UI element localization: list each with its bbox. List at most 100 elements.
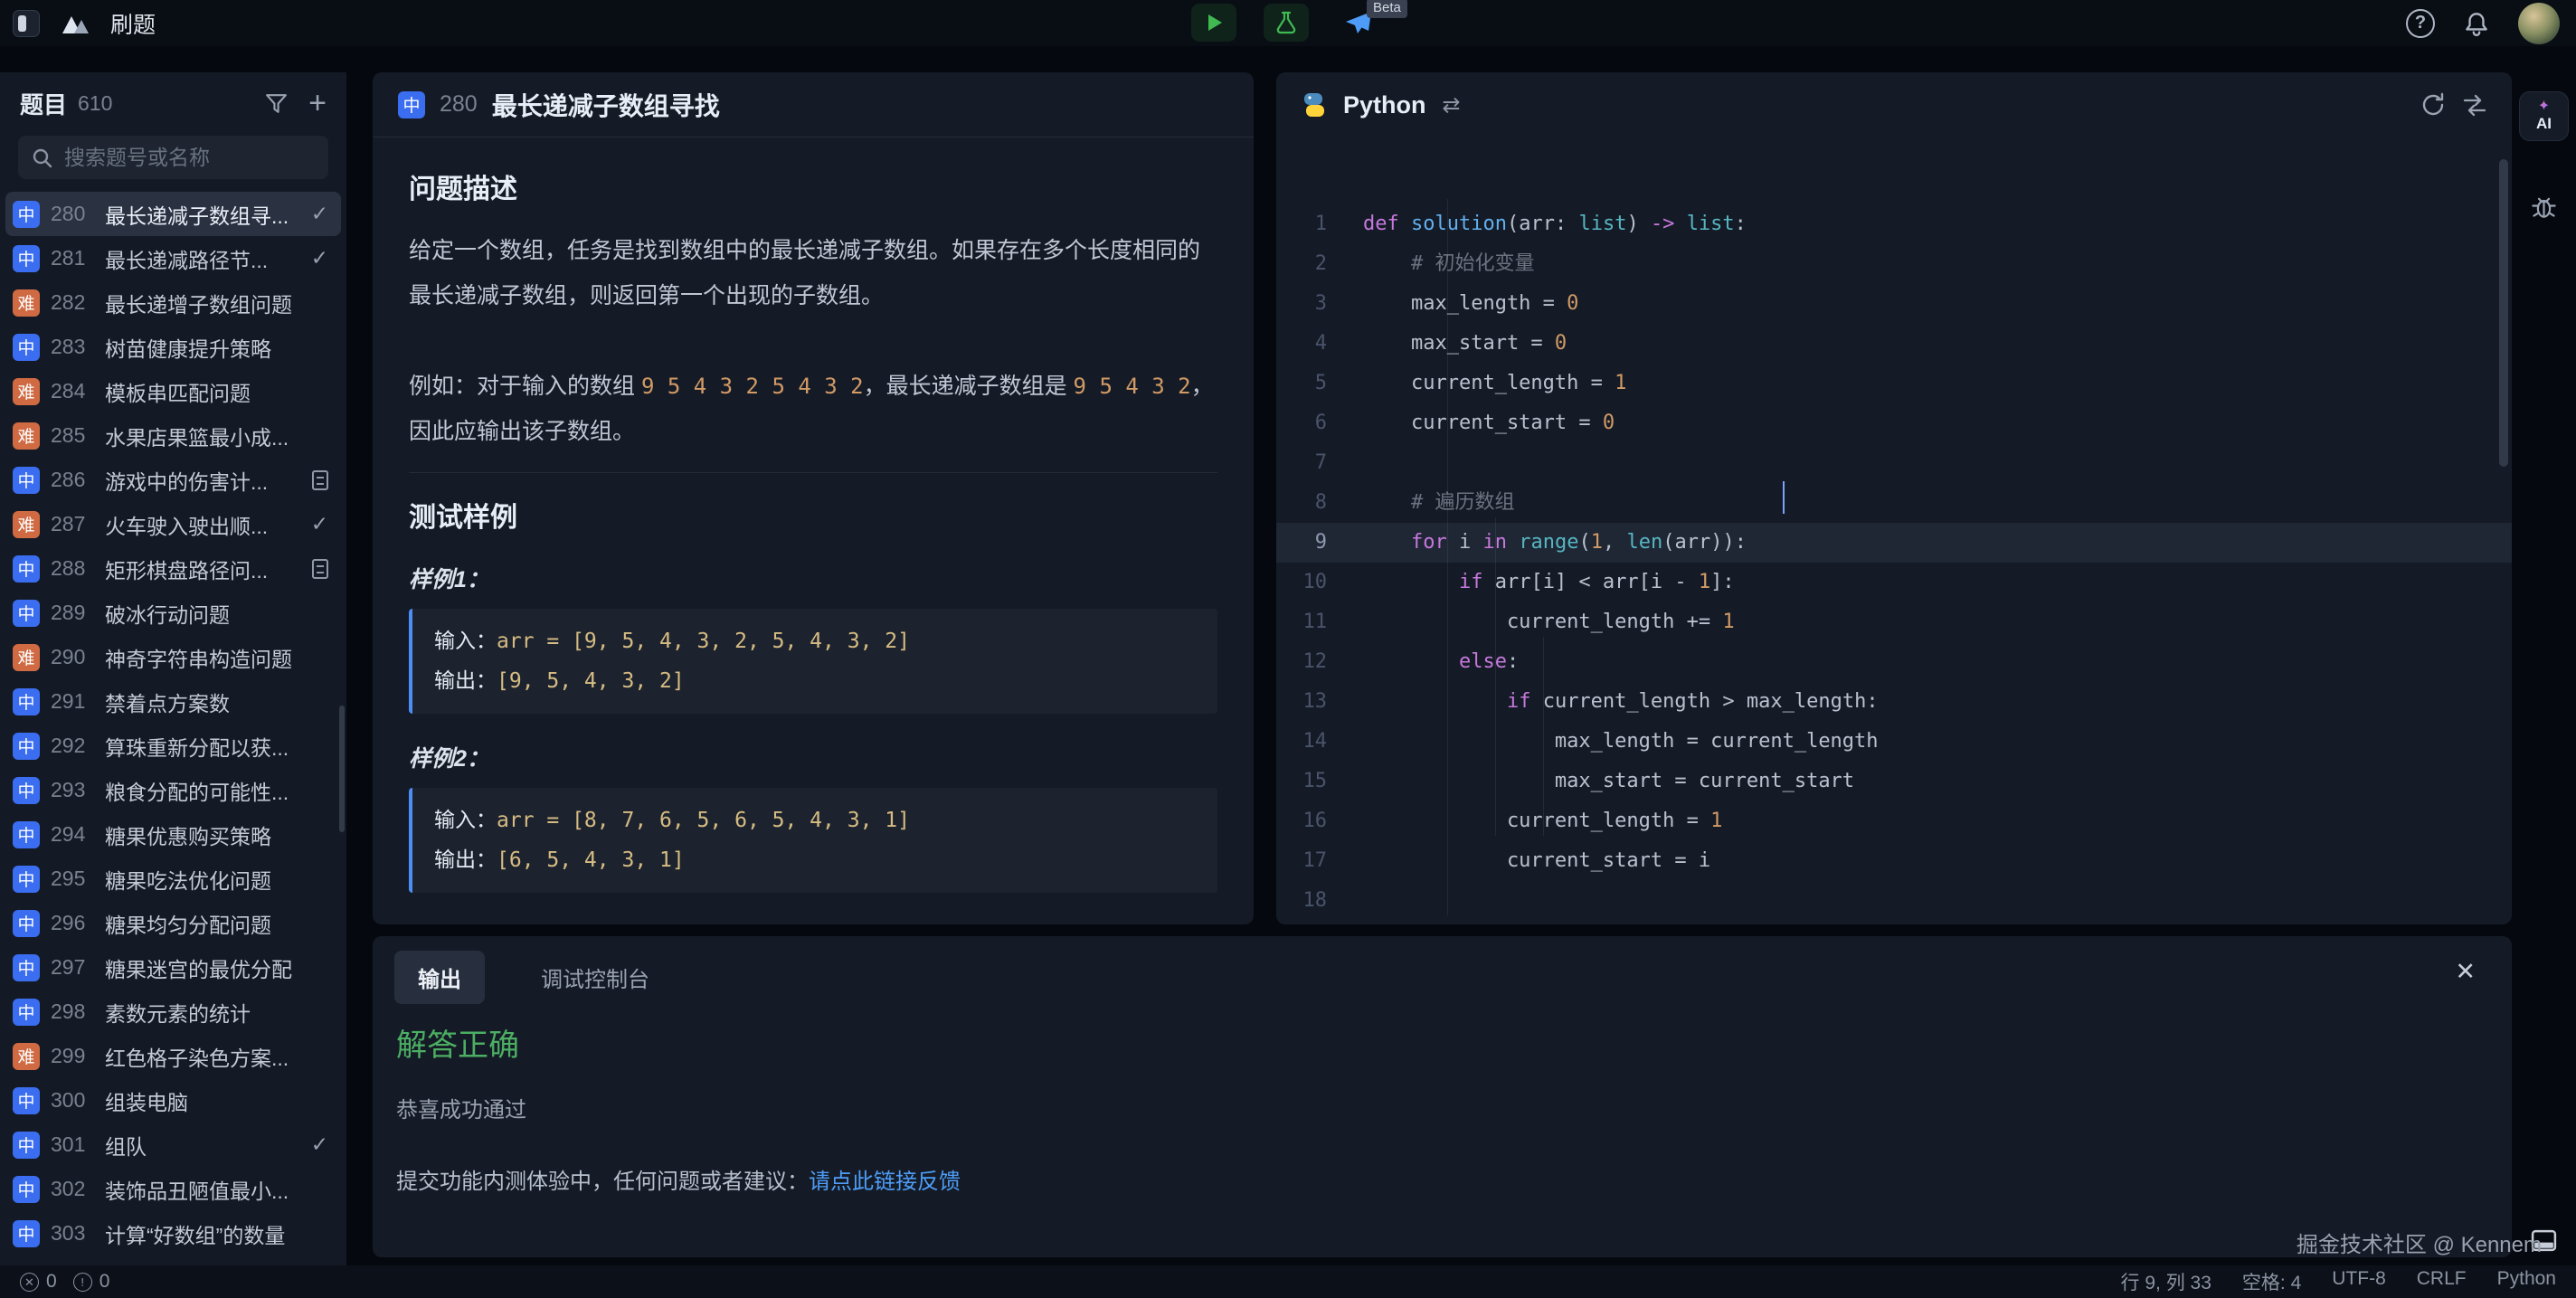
- problem-title: 计算“好数组”的数量: [105, 1218, 328, 1249]
- search-box[interactable]: [18, 136, 328, 179]
- problem-number: 303: [51, 1221, 94, 1246]
- console-tab[interactable]: 调试控制台: [517, 951, 673, 1004]
- list-item[interactable]: 难285水果店果篮最小成...: [5, 413, 341, 458]
- problem-number: 299: [51, 1044, 94, 1068]
- list-item[interactable]: 中281最长递减路径节...: [5, 236, 341, 280]
- list-item[interactable]: 中289破冰行动问题: [5, 591, 341, 635]
- status-item[interactable]: 空格: 4: [2242, 1268, 2301, 1295]
- difficulty-badge: 难: [13, 1043, 40, 1070]
- problem-number: 282: [51, 290, 94, 315]
- code-line[interactable]: 14 max_length = current_length: [1276, 722, 2512, 762]
- line-number: 6: [1276, 403, 1363, 443]
- list-item[interactable]: 中291禁着点方案数: [5, 679, 341, 724]
- list-item[interactable]: 难 299 红色格子染色方案...: [5, 1034, 341, 1078]
- list-item[interactable]: 中302装饰品丑陋值最小...: [5, 1167, 341, 1211]
- code-line[interactable]: 19 # 检查最后一个子数组: [1276, 921, 2512, 924]
- list-item[interactable]: 难282最长递增子数组问题: [5, 280, 341, 325]
- code-line[interactable]: 16 current_length = 1: [1276, 801, 2512, 841]
- difficulty-badge: 中: [13, 201, 40, 228]
- list-item[interactable]: 中280最长递减子数组寻...: [5, 192, 341, 236]
- error-icon[interactable]: ✕: [20, 1273, 39, 1292]
- submit-button[interactable]: Beta: [1336, 4, 1381, 42]
- line-number: 9: [1276, 523, 1363, 563]
- list-item[interactable]: 中300组装电脑: [5, 1078, 341, 1123]
- bell-icon[interactable]: [2462, 10, 2491, 37]
- code-text: current_length = 1: [1363, 364, 1626, 403]
- problem-title: 素数元素的统计: [105, 997, 328, 1028]
- list-item[interactable]: 中286游戏中的伤害计...: [5, 458, 341, 502]
- compare-icon[interactable]: [2461, 91, 2488, 118]
- problem-title: 最长递减子数组寻找: [492, 87, 720, 123]
- sidebar-scrollbar[interactable]: [339, 706, 345, 832]
- line-number: 17: [1276, 841, 1363, 881]
- bug-icon[interactable]: [2529, 191, 2559, 221]
- list-item[interactable]: 中295糖果吃法优化问题: [5, 857, 341, 901]
- run-button[interactable]: [1191, 4, 1236, 42]
- code-line[interactable]: 6 current_start = 0: [1276, 403, 2512, 443]
- list-item[interactable]: 中292算珠重新分配以获...: [5, 724, 341, 768]
- problem-title: 糖果吃法优化问题: [105, 864, 328, 895]
- test-run-button[interactable]: [1264, 4, 1309, 42]
- status-item[interactable]: CRLF: [2417, 1268, 2467, 1295]
- status-item[interactable]: Python: [2497, 1268, 2556, 1295]
- code-line[interactable]: 1def solution(arr: list) -> list:: [1276, 204, 2512, 244]
- list-item[interactable]: 难284模板串匹配问题: [5, 369, 341, 413]
- list-item[interactable]: 中297糖果迷宫的最优分配: [5, 945, 341, 990]
- search-input[interactable]: [62, 145, 316, 171]
- code-line[interactable]: 8 # 遍历数组: [1276, 483, 2512, 523]
- close-icon[interactable]: ✕: [2455, 960, 2476, 984]
- code-line[interactable]: 9 for i in range(1, len(arr)):: [1276, 523, 2512, 563]
- language-swap-icon[interactable]: ⇄: [1443, 92, 1461, 118]
- reset-code-icon[interactable]: [2420, 91, 2447, 118]
- filter-icon[interactable]: [264, 91, 289, 116]
- difficulty-badge: 中: [13, 999, 40, 1026]
- list-item[interactable]: 中 288 矩形棋盘路径问...: [5, 546, 341, 591]
- code-line[interactable]: 18: [1276, 881, 2512, 921]
- console-tab[interactable]: 输出: [394, 951, 485, 1004]
- ai-assistant-button[interactable]: ✦ AI: [2519, 91, 2569, 141]
- code-line[interactable]: 3 max_length = 0: [1276, 284, 2512, 324]
- difficulty-badge: 中: [13, 555, 40, 583]
- code-line[interactable]: 2 # 初始化变量: [1276, 244, 2512, 284]
- list-item[interactable]: 中298素数元素的统计: [5, 990, 341, 1034]
- code-line[interactable]: 10 if arr[i] < arr[i - 1]:: [1276, 563, 2512, 602]
- problem-number: 288: [51, 556, 94, 581]
- indent-guide: [1447, 199, 1448, 915]
- status-item[interactable]: UTF-8: [2332, 1268, 2386, 1295]
- user-avatar[interactable]: [2518, 3, 2560, 44]
- layout-toggle-icon[interactable]: [13, 10, 40, 37]
- code-line[interactable]: 15 max_start = current_start: [1276, 762, 2512, 801]
- add-icon[interactable]: +: [308, 88, 327, 118]
- code-line[interactable]: 13 if current_length > max_length:: [1276, 682, 2512, 722]
- code-line[interactable]: 11 current_length += 1: [1276, 602, 2512, 642]
- code-line[interactable]: 4 max_start = 0: [1276, 324, 2512, 364]
- list-item[interactable]: 中294糖果优惠购买策略: [5, 812, 341, 857]
- sample-line: 输入：arr = [9, 5, 4, 3, 2, 5, 4, 3, 2]: [434, 621, 1196, 661]
- problem-title: 矩形棋盘路径问...: [105, 554, 301, 584]
- list-item[interactable]: 难290神奇字符串构造问题: [5, 635, 341, 679]
- code-area[interactable]: 1def solution(arr: list) -> list:2 # 初始化…: [1276, 137, 2512, 924]
- warning-icon[interactable]: !: [73, 1273, 92, 1292]
- problem-number: 297: [51, 955, 94, 980]
- problem-title: 树苗健康提升策略: [105, 332, 328, 363]
- list-item[interactable]: 中293粮食分配的可能性...: [5, 768, 341, 812]
- code-line[interactable]: 12 else:: [1276, 642, 2512, 682]
- status-item[interactable]: 行 9, 列 33: [2121, 1268, 2211, 1295]
- code-line[interactable]: 17 current_start = i: [1276, 841, 2512, 881]
- inline-code: 9 5 4 3 2 5 4 3 2: [641, 374, 864, 399]
- editor-scrollbar[interactable]: [2499, 159, 2508, 467]
- help-icon[interactable]: ?: [2406, 9, 2435, 38]
- feedback-link[interactable]: 请点此链接反馈: [809, 1170, 961, 1194]
- list-item[interactable]: 中303计算“好数组”的数量: [5, 1211, 341, 1255]
- problem-number: 300: [51, 1088, 94, 1113]
- list-item[interactable]: 中283树苗健康提升策略: [5, 325, 341, 369]
- problem-title: 红色格子染色方案...: [105, 1041, 328, 1072]
- list-item[interactable]: 中301组队: [5, 1123, 341, 1167]
- juejin-logo[interactable]: [58, 10, 92, 37]
- code-line[interactable]: 7: [1276, 443, 2512, 483]
- sample-line: 输出：[6, 5, 4, 3, 1]: [434, 840, 1196, 880]
- code-line[interactable]: 5 current_length = 1: [1276, 364, 2512, 403]
- list-item[interactable]: 中296糖果均匀分配问题: [5, 901, 341, 945]
- problem-title: 组队: [105, 1130, 300, 1161]
- list-item[interactable]: 难287火车驶入驶出顺...: [5, 502, 341, 546]
